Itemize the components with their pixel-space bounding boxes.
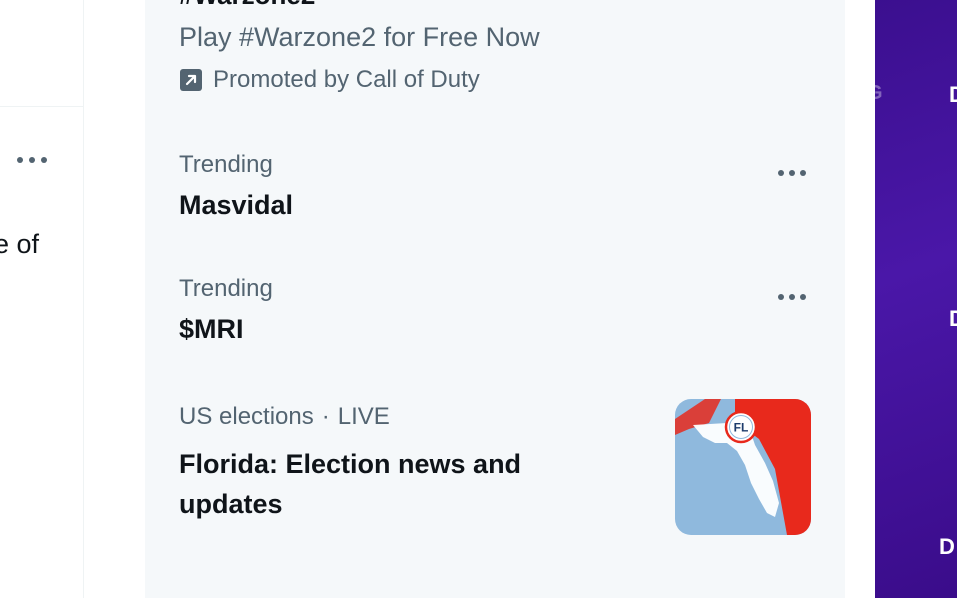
news-meta: US elections · LIVE	[179, 402, 390, 432]
trend-name: Masvidal	[179, 190, 294, 220]
trend-name: $MRI	[179, 314, 244, 344]
promoted-trend-title: #Warzone2	[179, 0, 315, 10]
tweet-text-fragment: e of	[0, 229, 40, 259]
feed-column: e of	[0, 0, 84, 598]
feed-divider	[0, 106, 84, 107]
trend-context: Trending	[179, 151, 273, 178]
trends-panel: #Warzone2 Play #Warzone2 for Free Now Pr…	[145, 0, 845, 598]
promoted-trend-description: Play #Warzone2 for Free Now	[179, 22, 540, 52]
promoted-by-label: Promoted by Call of Duty	[213, 66, 480, 93]
news-category: US elections	[179, 403, 314, 430]
side-panel-letter: D	[949, 306, 957, 331]
more-options-icon[interactable]	[771, 158, 813, 188]
florida-map-thumbnail: FL	[675, 399, 811, 535]
more-options-icon[interactable]	[771, 282, 813, 312]
thumbnail-badge: FL	[734, 421, 749, 435]
side-panel-letter: D	[949, 82, 957, 107]
side-panel-faint-letter: G	[875, 82, 883, 105]
trend-context: Trending	[179, 275, 273, 302]
meta-separator: ·	[321, 403, 330, 430]
news-title: Florida: Election news and updates	[179, 449, 522, 519]
promoted-arrow-icon	[179, 68, 203, 92]
side-panel-letter: D	[939, 534, 955, 559]
more-options-icon[interactable]	[14, 146, 50, 174]
live-label: LIVE	[337, 403, 390, 430]
side-panel: G D D D	[875, 0, 957, 598]
promoted-by: Promoted by Call of Duty	[179, 64, 480, 96]
